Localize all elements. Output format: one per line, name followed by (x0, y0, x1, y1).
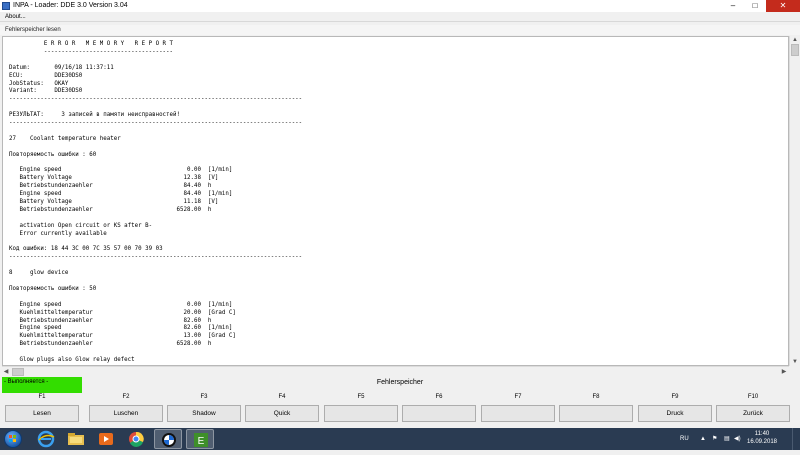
menu-item-about[interactable]: About... (5, 12, 26, 22)
explorer-icon[interactable] (62, 429, 90, 449)
subwindow-title-bar: Fehlerspeicher lesen (0, 25, 800, 35)
menu-bar: About... (0, 12, 800, 22)
report-line: activation Open circuit or KS after B- (9, 222, 153, 229)
report-line: ----------------------------------------… (9, 120, 303, 126)
function-key-label: F4 (278, 394, 286, 400)
report-line: Engine speed 0.00 [1/min] (9, 167, 233, 174)
scroll-left-arrow-icon[interactable]: ◀ (2, 368, 10, 376)
function-key-button-f5[interactable] (324, 405, 398, 422)
report-line: Engine speed 84.40 [1/min] (9, 191, 233, 198)
error-memory-report[interactable]: E R R O R M E M O R Y R E P O R T ------… (2, 36, 789, 366)
taskbar: E RU ▲ ⚑ ▤ ◀) 11:40 16.09.2018 (0, 428, 800, 450)
report-line: ------------------------------------- (9, 48, 174, 55)
report-line: Engine speed 0.00 [1/min] (9, 301, 233, 308)
scroll-up-arrow-icon[interactable]: ▲ (792, 36, 798, 44)
report-line: ----------------------------------------… (9, 254, 303, 261)
status-bar: - Выполняется - Fehlerspeicher (0, 377, 800, 393)
function-key-label: F6 (435, 394, 443, 400)
bmw-icon[interactable] (154, 429, 182, 449)
report-line: Betriebstundenzaehler 6528.00 h (9, 206, 212, 213)
function-key-label: F8 (592, 394, 600, 400)
svg-text:E: E (198, 436, 205, 447)
language-indicator[interactable]: RU (680, 428, 689, 450)
report-line: Variant: DDE30DS0 (9, 88, 83, 95)
function-key-label: F3 (200, 394, 208, 400)
function-key-button-f3[interactable]: Shadow (167, 405, 241, 422)
report-line: E R R O R M E M O R Y R E P O R T (9, 41, 174, 47)
report-line: JobStatus: OKAY (9, 80, 69, 87)
report-line: Код ошибки: 18 44 3C 00 7C 35 57 00 70 3… (9, 246, 163, 253)
function-key-button-f4[interactable]: Quick (245, 405, 319, 422)
show-desktop-button[interactable] (792, 428, 800, 450)
clock[interactable]: 11:40 16.09.2018 (742, 430, 782, 446)
function-key-button-f7[interactable] (481, 405, 555, 422)
report-line: ----------------------------------------… (9, 96, 303, 103)
media-player-icon[interactable] (92, 429, 120, 449)
report-line: 8 glow device (9, 270, 69, 277)
title-bar[interactable]: INPA - Loader: DDE 3.0 Version 3.04 – □ … (0, 0, 800, 12)
function-key-bar: F1 Lesen F2 Luschen F3 Shadow F4 Quick F5 F6 F7 F8 F… (0, 392, 800, 425)
scroll-down-arrow-icon[interactable]: ▼ (792, 358, 798, 366)
inpa-window: INPA - Loader: DDE 3.0 Version 3.04 – □ … (0, 0, 800, 428)
section-title: Fehlerspeicher (376, 379, 424, 386)
function-key-button-f8[interactable] (559, 405, 633, 422)
vertical-scrollbar[interactable]: ▲ ▼ (789, 36, 799, 366)
report-line: Betriebstundenzaehler 6528.00 h (9, 341, 212, 348)
function-key-label: F2 (122, 394, 130, 400)
clock-date: 16.09.2018 (746, 439, 778, 445)
maximize-button[interactable]: □ (744, 0, 766, 12)
report-line: Kuehlmitteltemperatur 13.00 [Grad C] (9, 333, 236, 340)
function-key-button-f1[interactable]: Lesen (5, 405, 79, 422)
report-line: Datum: 09/16/18 11:37:11 (9, 64, 114, 71)
function-key-button-f9[interactable]: Druck (638, 405, 712, 422)
report-line: Battery Voltage 11.18 [V] (9, 199, 219, 205)
function-key-button-f10[interactable]: Zurück (716, 405, 790, 422)
close-button[interactable]: ✕ (766, 0, 800, 12)
clock-time: 11:40 (754, 431, 770, 437)
horizontal-scrollbar[interactable]: ◀ ▶ (2, 366, 789, 376)
report-line: Betriebstundenzaehler 84.40 h (9, 183, 212, 190)
function-key-label: F1 (38, 394, 46, 400)
report-line: 27 Coolant temperature heater (9, 135, 121, 142)
report-line: Kuehlmitteltemperatur 20.00 [Grad C] (9, 309, 236, 316)
tray-arrow-icon[interactable]: ▲ (700, 428, 706, 450)
minimize-button[interactable]: – (722, 0, 744, 12)
report-line: ECU: DDE30DS0 (9, 72, 83, 79)
report-line: Glow plugs also Glow relay defect (9, 357, 135, 363)
vertical-scroll-thumb[interactable] (791, 44, 799, 56)
report-line: Повторяемость ошибки : 50 (9, 285, 97, 292)
report-line: Engine speed 82.60 [1/min] (9, 325, 233, 332)
window-title: INPA - Loader: DDE 3.0 Version 3.04 (13, 2, 128, 9)
chrome-icon[interactable] (122, 429, 150, 449)
report-line: Error currently available (9, 230, 107, 237)
function-key-label: F7 (514, 394, 522, 400)
function-key-button-f6[interactable] (402, 405, 476, 422)
volume-icon[interactable]: ◀) (734, 428, 741, 450)
app-icon (2, 2, 10, 10)
horizontal-scroll-thumb[interactable] (12, 368, 24, 376)
report-line: Betriebstundenzaehler 82.60 h (9, 317, 212, 324)
flag-tray-icon[interactable]: ⚑ (712, 428, 717, 450)
function-key-label: F10 (747, 394, 759, 400)
ie-icon[interactable] (32, 429, 60, 449)
function-key-label: F9 (671, 394, 679, 400)
windows-flag-icon (9, 435, 17, 443)
function-key-label: F5 (357, 394, 365, 400)
ediabas-icon[interactable]: E (186, 429, 214, 449)
report-line: Повторяемость ошибки : 60 (9, 151, 97, 158)
report-line: Battery Voltage 12.38 [V] (9, 175, 219, 182)
report-line: РЕЗУЛЬТАТ: 3 записей в памяти неисправно… (9, 112, 181, 119)
scroll-right-arrow-icon[interactable]: ▶ (780, 368, 788, 376)
subwindow-title: Fehlerspeicher lesen (5, 27, 61, 33)
function-key-button-f2[interactable]: Luschen (89, 405, 163, 422)
start-button[interactable] (2, 429, 24, 449)
network-icon[interactable]: ▤ (724, 428, 730, 450)
